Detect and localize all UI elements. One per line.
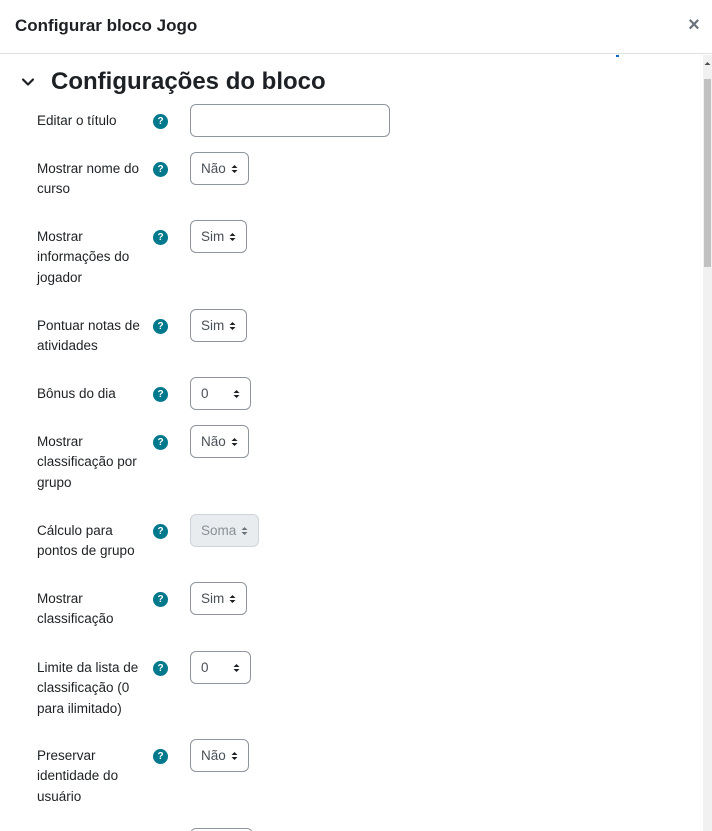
- select-caret-icon: [231, 438, 238, 446]
- scroll-up-arrow-icon[interactable]: [703, 55, 712, 71]
- close-icon[interactable]: ×: [686, 13, 702, 37]
- field-label: Editar o título: [37, 113, 117, 128]
- select-value: Sim: [201, 591, 225, 606]
- help-icon[interactable]: ?: [153, 435, 168, 450]
- select-value: Não: [201, 434, 226, 449]
- show-player-info-select[interactable]: Sim: [190, 220, 248, 253]
- select-caret-icon: [233, 390, 240, 398]
- help-icon[interactable]: ?: [153, 661, 168, 676]
- ranking-limit-select[interactable]: 0: [190, 651, 251, 684]
- select-caret-icon: [229, 595, 236, 603]
- help-icon[interactable]: ?: [153, 319, 168, 334]
- select-value: 0: [201, 386, 209, 401]
- help-icon[interactable]: ?: [153, 749, 168, 764]
- show-ranking-select[interactable]: Sim: [190, 582, 248, 615]
- help-icon[interactable]: ?: [153, 162, 168, 177]
- field-label: Mostrar classificação por grupo: [37, 434, 137, 490]
- select-value: Soma: [201, 523, 237, 538]
- help-icon[interactable]: ?: [153, 524, 168, 539]
- select-value: Sim: [201, 318, 225, 333]
- select-caret-icon: [231, 752, 238, 760]
- section-title: Configurações do bloco: [51, 68, 326, 95]
- group-ranking-select[interactable]: Não: [190, 425, 249, 458]
- field-label: Preservar identidade do usuário: [37, 748, 119, 804]
- scrolled-content-edge: [616, 55, 619, 57]
- select-value: Não: [201, 161, 226, 176]
- scrollbar-thumb[interactable]: [704, 79, 711, 267]
- dialog-body: Configurações do bloco Editar o título ?…: [0, 55, 703, 831]
- select-caret-icon: [231, 165, 238, 173]
- chevron-down-icon: [21, 78, 35, 86]
- select-caret-icon: [233, 664, 240, 672]
- group-points-calc-select: Soma: [190, 514, 260, 547]
- configure-block-dialog: Configurar bloco Jogo × Configurações do…: [0, 0, 712, 831]
- field-label: Cálculo para pontos de grupo: [37, 523, 135, 559]
- preserve-identity-select[interactable]: Não: [190, 739, 249, 772]
- field-label: Mostrar informações do jogador: [37, 229, 130, 285]
- help-icon[interactable]: ?: [153, 114, 168, 129]
- field-label: Mostrar nome do curso: [37, 161, 140, 197]
- select-value: Sim: [201, 229, 225, 244]
- score-activities-select[interactable]: Sim: [190, 309, 248, 342]
- field-label: Pontuar notas de atividades: [37, 318, 140, 354]
- vertical-scrollbar[interactable]: [703, 55, 712, 831]
- select-value: Não: [201, 748, 226, 763]
- select-caret-icon: [229, 233, 236, 241]
- field-label: Mostrar classificação: [37, 591, 114, 627]
- edit-title-input[interactable]: [190, 104, 390, 137]
- select-value: 0: [201, 660, 209, 675]
- select-caret-icon: [241, 527, 248, 535]
- section-toggle[interactable]: Configurações do bloco: [20, 67, 326, 97]
- field-label: Bônus do dia: [37, 386, 116, 401]
- field-label: Limite da lista de classificação (0 para…: [37, 660, 139, 716]
- dialog-title: Configurar bloco Jogo: [15, 16, 198, 35]
- show-course-name-select[interactable]: Não: [190, 152, 249, 185]
- select-caret-icon: [229, 322, 236, 330]
- help-icon[interactable]: ?: [153, 230, 168, 245]
- dialog-header: Configurar bloco Jogo ×: [0, 0, 712, 54]
- help-icon[interactable]: ?: [153, 387, 168, 402]
- daily-bonus-select[interactable]: 0: [190, 377, 251, 410]
- help-icon[interactable]: ?: [153, 592, 168, 607]
